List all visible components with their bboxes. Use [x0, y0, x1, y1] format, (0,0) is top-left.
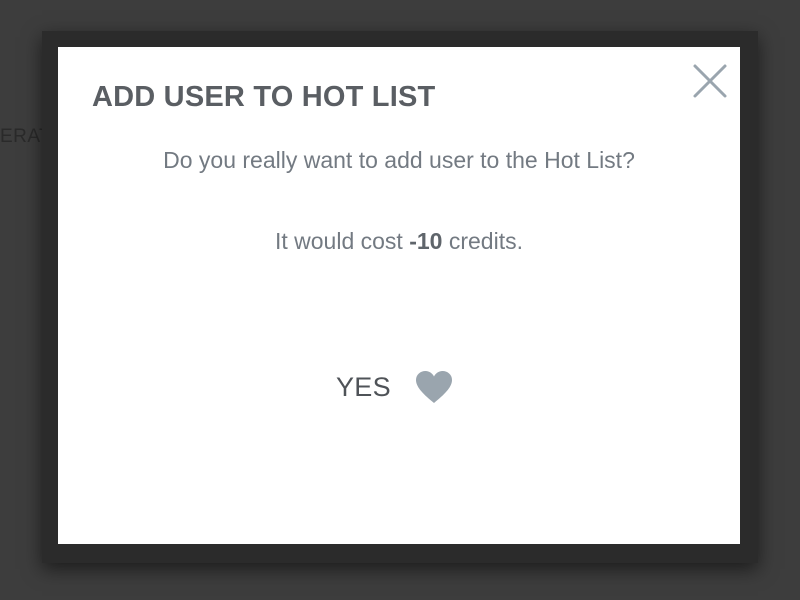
- cost-amount: -10: [409, 228, 443, 254]
- yes-button-label: YES: [336, 371, 391, 402]
- close-button[interactable]: [690, 61, 730, 101]
- close-icon: [693, 64, 727, 98]
- hot-list-dialog: ADD USER TO HOT LIST Do you really want …: [58, 47, 740, 544]
- yes-button[interactable]: YES: [336, 365, 466, 409]
- confirmation-question: Do you really want to add user to the Ho…: [163, 147, 635, 173]
- cost-suffix: credits.: [442, 228, 523, 254]
- cost-message: It would cost -10 credits.: [58, 228, 740, 255]
- cost-prefix: It would cost: [274, 228, 410, 254]
- heart-icon: [415, 371, 452, 403]
- dialog-title: ADD USER TO HOT LIST: [92, 81, 436, 113]
